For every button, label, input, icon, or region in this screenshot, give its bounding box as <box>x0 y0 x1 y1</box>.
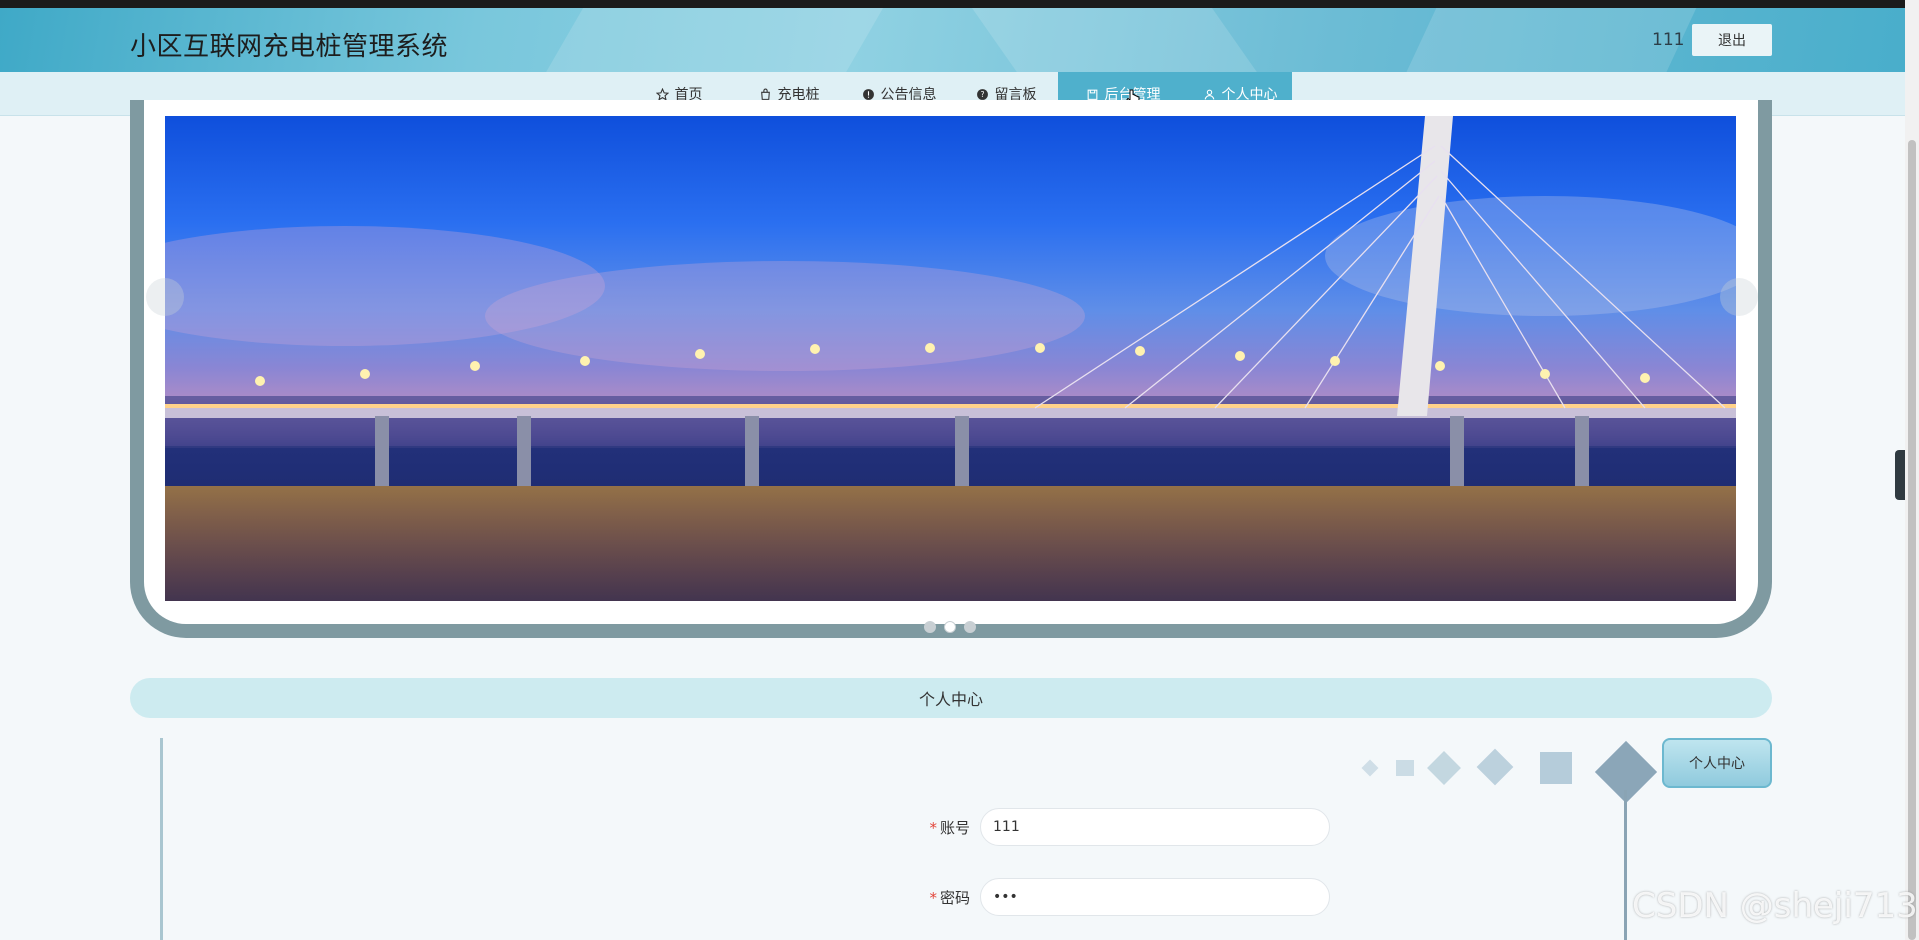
carousel-dot[interactable] <box>924 621 936 633</box>
logout-button[interactable]: 退出 <box>1692 24 1772 56</box>
section-title-bar: 个人中心 <box>130 678 1772 718</box>
username-label: 111 <box>1652 30 1685 50</box>
site-header: 小区互联网充电桩管理系统 111 退出 <box>0 8 1905 72</box>
dashboard-icon <box>1087 89 1097 100</box>
carousel-indicators <box>924 621 976 633</box>
diamond-decoration-icon <box>1476 748 1514 786</box>
carousel-dot[interactable] <box>944 621 956 633</box>
square-decoration-icon <box>1396 760 1414 776</box>
password-input[interactable] <box>980 878 1330 916</box>
carousel-prev-button[interactable] <box>146 278 184 316</box>
required-mark: * <box>929 888 937 907</box>
scrollbar-thumb[interactable] <box>1908 140 1916 940</box>
decorative-vertical-line <box>1624 790 1627 940</box>
star-icon <box>655 87 669 101</box>
form-row-account: * 账号 <box>920 808 1330 846</box>
required-mark: * <box>929 818 937 837</box>
bridge-photo-illustration <box>165 116 1736 601</box>
account-label: * 账号 <box>929 818 970 837</box>
carousel-next-button[interactable] <box>1720 278 1758 316</box>
account-input[interactable] <box>980 808 1330 846</box>
square-decoration-icon <box>1540 752 1572 784</box>
section-title: 个人中心 <box>918 690 983 709</box>
help-icon: ? <box>976 88 988 100</box>
page-scrollbar[interactable] <box>1905 0 1919 940</box>
diamond-decoration-icon <box>1427 751 1461 785</box>
svg-text:?: ? <box>980 90 984 99</box>
decorative-side-line <box>160 738 163 940</box>
bag-icon <box>760 88 770 100</box>
watermark-text: CSDN @sheji713 <box>1632 886 1918 926</box>
carousel-dot[interactable] <box>964 621 976 633</box>
window-top-bar <box>0 0 1919 8</box>
diamond-decoration-icon <box>1361 759 1379 777</box>
carousel-slide-image <box>165 116 1736 601</box>
password-label: * 密码 <box>929 888 970 907</box>
info-icon <box>862 88 874 100</box>
user-icon <box>1204 89 1214 100</box>
form-row-password: * 密码 <box>920 878 1330 916</box>
profile-center-button[interactable]: 个人中心 <box>1662 738 1772 788</box>
site-title: 小区互联网充电桩管理系统 <box>130 32 449 62</box>
